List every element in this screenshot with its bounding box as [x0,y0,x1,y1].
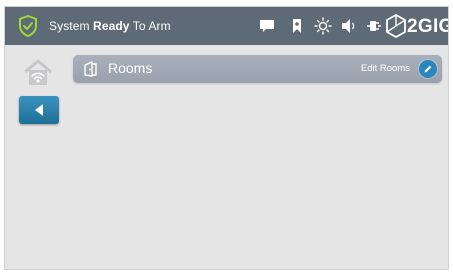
power-plug-icon[interactable] [365,16,383,36]
edit-rooms-button[interactable] [419,60,437,78]
screen: System Ready To Arm 2GIG Rooms Edit Room… [4,6,449,270]
status-prefix: System [49,19,94,33]
status-bar: System Ready To Arm 2GIG [5,7,448,45]
chat-bubble-icon[interactable] [258,16,276,36]
pencil-icon [424,65,432,73]
brand-name: 2GIG [407,16,449,37]
bookmark-icon[interactable] [288,16,306,36]
back-button[interactable] [19,96,59,124]
back-arrow-icon [35,104,43,116]
rooms-title: Rooms [108,60,153,76]
brand-logo-icon [386,13,406,39]
status-suffix: To Arm [129,19,171,33]
volume-icon[interactable] [340,16,358,36]
status-ready: Ready [93,19,130,33]
rooms-icon [83,61,99,77]
system-status: System Ready To Arm [49,19,171,33]
shield-check-icon[interactable] [18,14,38,38]
edit-rooms-label[interactable]: Edit Rooms [361,63,410,74]
brightness-icon[interactable] [314,16,332,36]
home-wifi-icon[interactable] [22,57,54,89]
rooms-header[interactable]: Rooms Edit Rooms [73,55,442,83]
